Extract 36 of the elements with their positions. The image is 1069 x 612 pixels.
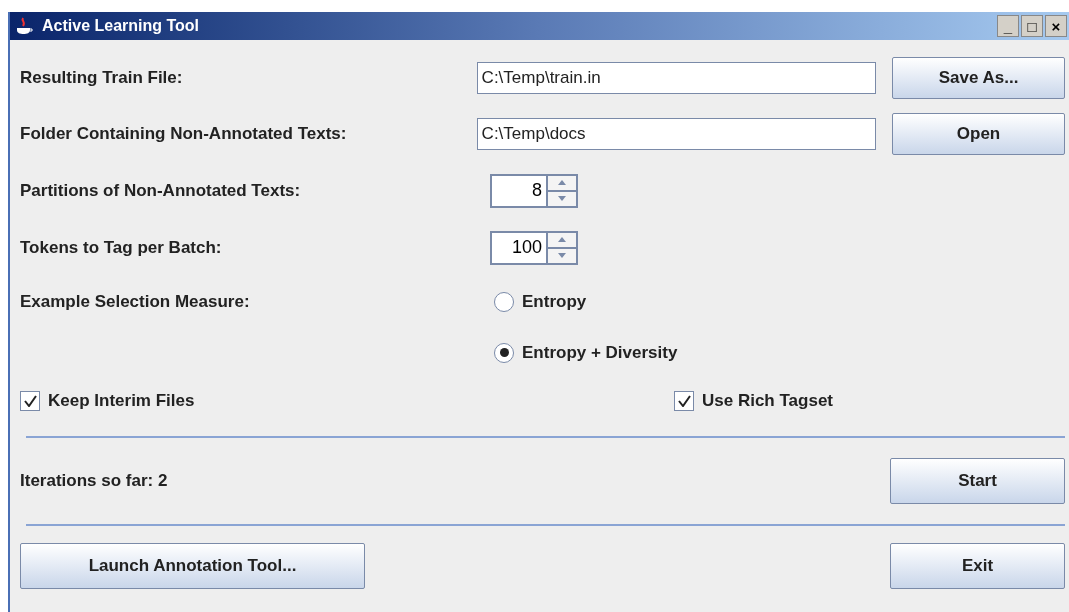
file-button[interactable]: Open [892,113,1065,155]
radio-button[interactable] [494,342,514,363]
file-button[interactable]: Save As... [892,57,1065,99]
checkbox-label: Use Rich Tagset [702,390,833,413]
check-icon [23,395,37,407]
field-label: Partitions of Non-Annotated Texts: [20,179,302,202]
spin-up-button[interactable] [548,232,576,249]
exit-button[interactable]: Exit [890,543,1065,589]
radio-label: Entropy [522,290,587,313]
field-label: Resulting Train File: [20,67,184,90]
launch-button[interactable]: Launch Annotation Tool... [20,543,365,589]
spinner-field[interactable]: 100 [490,230,548,265]
field-label: Folder Containing Non-Annotated Texts: [20,123,348,146]
status-text: Iterations so far: 2 [20,470,168,493]
spin-up-button[interactable] [548,175,576,192]
path-field[interactable]: C:\Temp\train.in [476,62,876,94]
checkbox-label: Keep Interim Files [48,390,195,413]
close-button[interactable]: × [1045,15,1067,37]
check-icon [677,395,691,407]
up-arrow-icon [558,180,566,185]
start-button[interactable]: Start [890,458,1065,504]
down-arrow-icon [558,253,566,258]
maximize-button[interactable]: □ [1021,15,1043,37]
down-arrow-icon [558,196,566,201]
path-field[interactable]: C:\Temp\docs [476,118,876,150]
radio-button[interactable] [494,291,514,312]
app-icon [14,16,34,36]
up-arrow-icon [558,237,566,242]
checkbox[interactable] [674,391,694,411]
checkbox[interactable] [20,391,40,411]
minimize-button[interactable]: _ [997,15,1019,37]
field-label: Tokens to Tag per Batch: [20,236,223,259]
spinner-field[interactable]: 8 [490,173,548,208]
window-title: Active Learning Tool [42,16,201,36]
field-label: Example Selection Measure: [20,291,250,311]
radio-label: Entropy + Diversity [522,341,678,364]
